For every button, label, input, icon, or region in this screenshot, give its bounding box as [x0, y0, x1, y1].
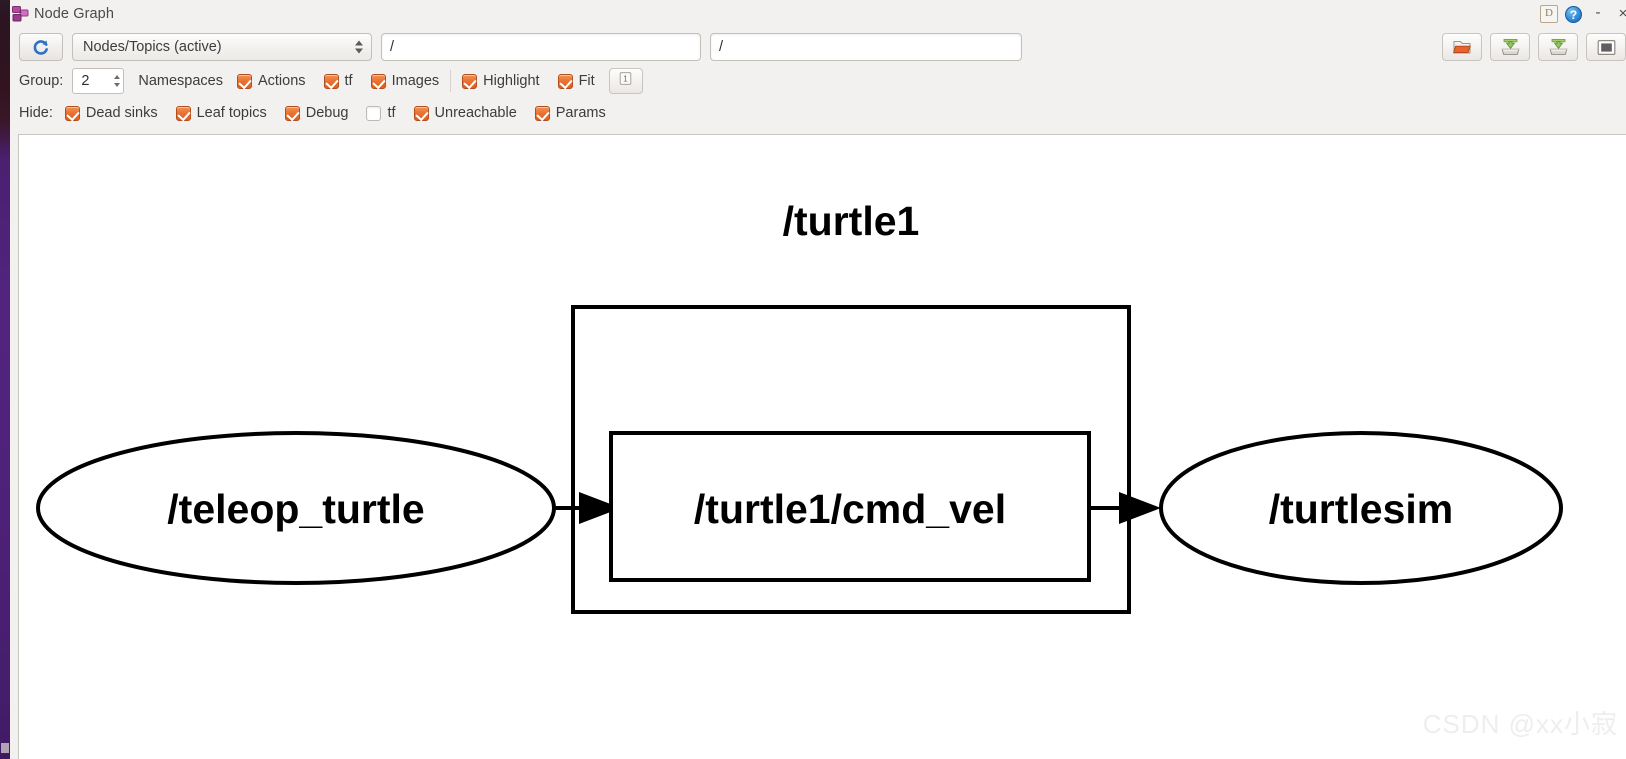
launcher-icon[interactable]	[1, 743, 9, 753]
checkbox-unreachable[interactable]: Unreachable	[413, 105, 517, 121]
checkbox-unreachable-label: Unreachable	[434, 105, 517, 121]
hide-label: Hide:	[19, 105, 53, 121]
graph-svg: /turtle1 /teleop_turtle /turtle1/cmd_vel	[36, 198, 1563, 614]
checkbox-hide-tf-box[interactable]	[366, 105, 382, 121]
graph-node-label: /turtle1/cmd_vel	[694, 486, 1006, 532]
zoom-one-to-one-icon: 1	[618, 71, 633, 91]
namespaces-label: Namespaces	[138, 73, 223, 89]
checkbox-actions[interactable]: Actions	[236, 73, 306, 89]
graph-node-cmd-vel[interactable]: /turtle1/cmd_vel	[609, 431, 1091, 582]
dock-float-button[interactable]: D	[1540, 5, 1558, 23]
checkbox-leaf-topics-label: Leaf topics	[196, 105, 267, 121]
checkbox-images-box[interactable]	[370, 73, 386, 89]
checkbox-dead-sinks-box[interactable]	[64, 105, 80, 121]
checkbox-fit[interactable]: Fit	[557, 73, 595, 89]
checkbox-highlight[interactable]: Highlight	[462, 73, 540, 89]
graph-type-value: Nodes/Topics (active)	[83, 39, 222, 55]
title-bar: Node Graph D ? - ×	[0, 0, 1626, 28]
refresh-graph-button[interactable]	[19, 33, 63, 61]
graph-type-select[interactable]: Nodes/Topics (active)	[72, 33, 372, 61]
watermark: CSDN @xx小寂	[1422, 709, 1618, 739]
window-title: Node Graph	[34, 6, 114, 22]
checkbox-params[interactable]: Params	[534, 105, 606, 121]
group-label: Group:	[19, 73, 64, 89]
topic-filter-input[interactable]: /	[710, 33, 1022, 61]
spinner-arrows-icon[interactable]	[114, 75, 121, 87]
checkbox-dead-sinks-label: Dead sinks	[85, 105, 158, 121]
checkbox-debug[interactable]: Debug	[284, 105, 349, 121]
node-graph-window: Node Graph D ? - × Nodes/Topics (active)	[0, 0, 1626, 759]
graph-node-label: /turtlesim	[1269, 486, 1454, 532]
graph-node-teleop-turtle[interactable]: /teleop_turtle	[36, 431, 556, 585]
checkbox-leaf-topics[interactable]: Leaf topics	[175, 105, 267, 121]
checkbox-images-label: Images	[391, 73, 440, 89]
toolbar-row-primary: Nodes/Topics (active) / /	[19, 32, 1022, 62]
minimize-button[interactable]: -	[1589, 5, 1607, 23]
svg-text:1: 1	[623, 74, 628, 83]
checkbox-highlight-box[interactable]	[462, 73, 478, 89]
checkbox-debug-box[interactable]	[284, 105, 300, 121]
graph-node-turtlesim[interactable]: /turtlesim	[1159, 431, 1563, 585]
spinner-arrows-icon	[355, 40, 363, 54]
group-value: 2	[81, 73, 90, 89]
zoom-reset-button[interactable]: 1	[608, 68, 643, 94]
checkbox-images[interactable]: Images	[370, 73, 440, 89]
graph-node-label: /teleop_turtle	[167, 486, 424, 532]
checkbox-tf-label: tf	[344, 73, 353, 89]
checkbox-hide-tf[interactable]: tf	[366, 105, 396, 121]
graph-canvas[interactable]: /turtle1 /teleop_turtle /turtle1/cmd_vel	[18, 134, 1626, 759]
checkbox-fit-label: Fit	[578, 73, 595, 89]
namespace-filter-input[interactable]: /	[381, 33, 701, 61]
arrowhead-icon	[1119, 492, 1161, 524]
close-button[interactable]: ×	[1614, 5, 1626, 23]
save-image-button[interactable]	[1538, 33, 1578, 61]
title-bar-controls: D ? - ×	[1540, 0, 1626, 28]
canvas-left-gutter	[10, 134, 18, 759]
save-dot-icon	[1500, 38, 1521, 56]
checkbox-actions-box[interactable]	[236, 73, 252, 89]
checkbox-tf[interactable]: tf	[323, 73, 353, 89]
help-button[interactable]: ?	[1565, 5, 1582, 23]
checkbox-debug-label: Debug	[305, 105, 349, 121]
save-image-icon	[1548, 38, 1569, 56]
fit-in-view-button[interactable]	[1586, 33, 1626, 61]
checkbox-params-box[interactable]	[534, 105, 550, 121]
toolbar-row-options: Group: 2 Namespaces Actions tf Images Hi…	[19, 67, 643, 95]
toolbar-row-hide: Hide: Dead sinks Leaf topics Debug tf Un…	[19, 100, 606, 126]
unity-launcher-stripe	[0, 0, 10, 759]
checkbox-tf-box[interactable]	[323, 73, 339, 89]
checkbox-highlight-label: Highlight	[483, 73, 540, 89]
group-spinbox[interactable]: 2	[72, 68, 125, 94]
toolbar-area: Nodes/Topics (active) / / Group: 2 Names…	[10, 28, 1626, 133]
graph-cluster-label: /turtle1	[783, 198, 920, 244]
checkbox-fit-box[interactable]	[557, 73, 573, 89]
save-dot-button[interactable]	[1490, 33, 1530, 61]
load-dot-button[interactable]	[1442, 33, 1482, 61]
toolbar-separator	[450, 70, 452, 92]
checkbox-unreachable-box[interactable]	[413, 105, 429, 121]
fit-view-icon	[1597, 39, 1616, 56]
checkbox-dead-sinks[interactable]: Dead sinks	[64, 105, 158, 121]
folder-open-icon	[1452, 38, 1473, 56]
refresh-icon	[32, 38, 50, 56]
checkbox-params-label: Params	[555, 105, 606, 121]
toolbar-right-buttons	[1442, 32, 1626, 62]
node-graph-icon	[12, 6, 29, 22]
checkbox-leaf-topics-box[interactable]	[175, 105, 191, 121]
checkbox-hide-tf-label: tf	[387, 105, 396, 121]
title-bar-left: Node Graph	[12, 0, 114, 28]
checkbox-actions-label: Actions	[257, 73, 306, 89]
